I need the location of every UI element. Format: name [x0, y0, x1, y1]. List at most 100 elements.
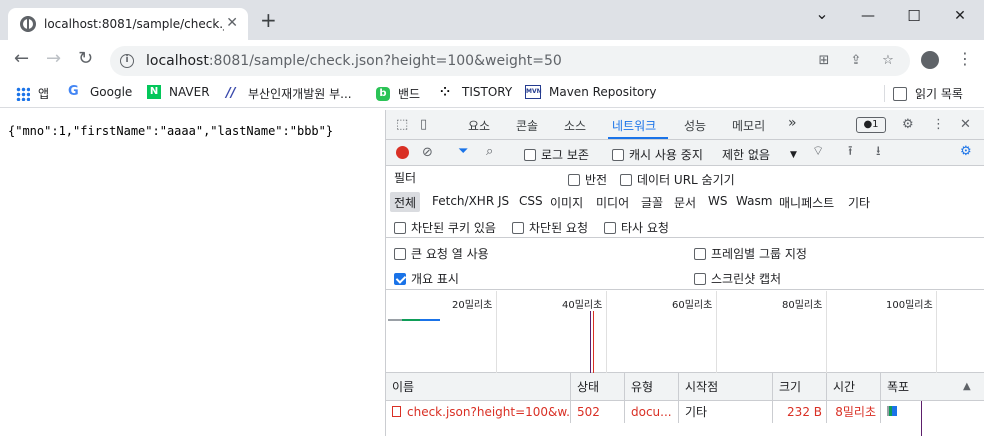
column-size[interactable]: 크기 [772, 373, 826, 401]
group-by-frame-checkbox[interactable]: 프레임별 그룹 지정 [694, 245, 807, 262]
info-icon[interactable]: i [120, 54, 134, 68]
type-filter-font[interactable]: 글꼴 [641, 194, 663, 211]
clear-icon[interactable]: ⊘ [422, 145, 433, 161]
tab-console[interactable]: 콘솔 [516, 117, 538, 134]
dom-content-loaded-marker [590, 311, 591, 373]
timeline-label-80ms: 80밀리초 [782, 300, 823, 311]
timeline-label-20ms: 20밀리초 [452, 300, 493, 311]
table-row[interactable]: check.json?height=100&w... 502 docu... 기… [386, 401, 984, 423]
type-filter-ws[interactable]: WS [708, 194, 727, 208]
column-status[interactable]: 상태 [570, 373, 624, 401]
title-bar: localhost:8081/sample/check.json ✕ + ⌄ —… [0, 0, 984, 40]
bookmark-tistory[interactable]: ⁘ TISTORY [440, 85, 512, 99]
forward-button[interactable]: → [46, 49, 61, 69]
close-devtools-icon[interactable]: ✕ [960, 117, 971, 133]
new-tab-button[interactable]: + [260, 10, 277, 30]
third-party-checkbox[interactable]: 타사 요청 [604, 219, 669, 236]
type-filter-css[interactable]: CSS [519, 194, 543, 208]
type-filter-js[interactable]: JS [498, 194, 509, 208]
throttling-select[interactable]: 제한 없음 ▼ [722, 146, 797, 163]
network-overview-timeline[interactable]: 20밀리초 40밀리초 60밀리초 80밀리초 100밀리초 [386, 291, 984, 373]
timeline-label-40ms: 40밀리초 [562, 300, 603, 311]
sort-ascending-icon: ▲ [963, 381, 971, 392]
more-menu-icon[interactable]: ⋮ [957, 49, 973, 69]
tab-sources[interactable]: 소스 [564, 117, 586, 134]
bookmark-busan[interactable]: // 부산인재개발원 부... [226, 85, 352, 102]
show-overview-checkbox[interactable]: 개요 표시 [394, 270, 459, 287]
minimize-button[interactable]: — [848, 4, 888, 28]
active-tab-indicator [608, 137, 668, 139]
request-status-cell: 502 [570, 401, 624, 423]
tab-memory[interactable]: 메모리 [732, 117, 765, 134]
mvn-icon: MVN [525, 85, 542, 99]
blocked-requests-checkbox[interactable]: 차단된 요청 [512, 219, 588, 236]
reload-button[interactable]: ↻ [78, 49, 93, 69]
type-filter-all[interactable]: 전체 [390, 192, 421, 212]
bookmark-google[interactable]: G Google [68, 85, 132, 100]
band-icon: b [376, 86, 390, 101]
bookmark-naver[interactable]: N NAVER [147, 85, 210, 99]
bookmark-star-icon[interactable]: ☆ [880, 53, 896, 69]
network-conditions-icon[interactable]: ⌔ [812, 144, 824, 160]
bookmark-band[interactable]: b 밴드 [376, 85, 420, 102]
bookmark-reading-list[interactable]: 읽기 목록 [884, 85, 963, 102]
issues-badge[interactable]: ●1 [856, 117, 886, 133]
capture-screenshots-checkbox[interactable]: 스크린샷 캡처 [694, 270, 781, 287]
type-filter-doc[interactable]: 문서 [674, 194, 696, 211]
close-window-button[interactable]: ✕ [940, 4, 980, 28]
translate-icon[interactable]: ⊞ [816, 53, 832, 69]
devtools-menu-icon[interactable]: ⋮ [932, 117, 945, 133]
browser-tab[interactable]: localhost:8081/sample/check.json ✕ [8, 8, 248, 40]
back-button[interactable]: ← [14, 49, 29, 69]
url-text[interactable]: localhost:8081/sample/check.json?height=… [146, 53, 562, 69]
invert-checkbox[interactable]: 반전 [568, 171, 607, 188]
network-settings-gear-icon[interactable]: ⚙ [960, 144, 972, 160]
big-request-rows-checkbox[interactable]: 큰 요청 열 사용 [394, 245, 489, 262]
column-initiator[interactable]: 시작점 [678, 373, 772, 401]
type-filter-fetch-xhr[interactable]: Fetch/XHR [432, 194, 494, 208]
column-time[interactable]: 시간 [826, 373, 880, 401]
type-filter-wasm[interactable]: Wasm [736, 194, 772, 208]
export-har-icon[interactable]: ⭳ [876, 144, 881, 160]
filter-input[interactable] [390, 169, 554, 187]
tab-search-icon[interactable]: ⌄ [802, 2, 842, 26]
tab-performance[interactable]: 성능 [684, 117, 706, 134]
inspect-element-icon[interactable]: ⬚ [396, 117, 408, 133]
type-filter-media[interactable]: 미디어 [596, 194, 629, 211]
tab-network[interactable]: 네트워크 [612, 117, 656, 134]
share-icon[interactable]: ⇪ [848, 53, 864, 69]
chevron-down-icon: ▼ [789, 149, 797, 160]
address-bar[interactable]: i localhost:8081/sample/check.json?heigh… [110, 46, 910, 76]
timeline-bar-waiting [402, 319, 420, 321]
device-toolbar-icon[interactable]: ▯ [420, 117, 427, 133]
request-name-cell[interactable]: check.json?height=100&w... [386, 401, 570, 423]
bookmark-apps[interactable]: 앱 [16, 85, 49, 102]
bookmark-maven[interactable]: MVN Maven Repository [525, 85, 656, 99]
record-icon[interactable] [396, 146, 409, 159]
disable-cache-checkbox[interactable]: 캐시 사용 중지 [612, 146, 703, 163]
network-toolbar: ⊘ ⏷ ⌕ 로그 보존 캐시 사용 중지 제한 없음 ▼ ⌔ ⭱ ⭳ ⚙ [386, 140, 984, 166]
type-filter-other[interactable]: 기타 [848, 194, 870, 211]
tab-elements[interactable]: 요소 [468, 117, 490, 134]
profile-avatar-icon[interactable] [921, 51, 939, 69]
search-icon[interactable]: ⌕ [486, 144, 493, 160]
column-name[interactable]: 이름 [386, 373, 570, 401]
slash-logo-icon: // [226, 85, 236, 101]
column-waterfall[interactable]: 폭포 ▲ [880, 373, 984, 401]
more-tabs-icon[interactable]: » [788, 115, 797, 131]
settings-gear-icon[interactable]: ⚙ [902, 117, 914, 133]
import-har-icon[interactable]: ⭱ [848, 144, 853, 160]
preserve-log-checkbox[interactable]: 로그 보존 [524, 146, 589, 163]
type-filter-manifest[interactable]: 매니페스트 [779, 194, 834, 211]
type-filter-img[interactable]: 이미지 [550, 194, 583, 211]
tab-close-icon[interactable]: ✕ [226, 15, 238, 31]
hide-data-urls-checkbox[interactable]: 데이터 URL 숨기기 [620, 171, 735, 188]
blocked-cookies-checkbox[interactable]: 차단된 쿠키 있음 [394, 219, 496, 236]
timeline-bar-download [420, 319, 440, 321]
timeline-label-100ms: 100밀리초 [886, 300, 933, 311]
naver-icon: N [147, 85, 161, 99]
filter-funnel-icon[interactable]: ⏷ [458, 144, 468, 160]
maximize-button[interactable]: ☐ [894, 4, 934, 28]
column-type[interactable]: 유형 [624, 373, 678, 401]
waterfall-load-marker [921, 401, 922, 436]
